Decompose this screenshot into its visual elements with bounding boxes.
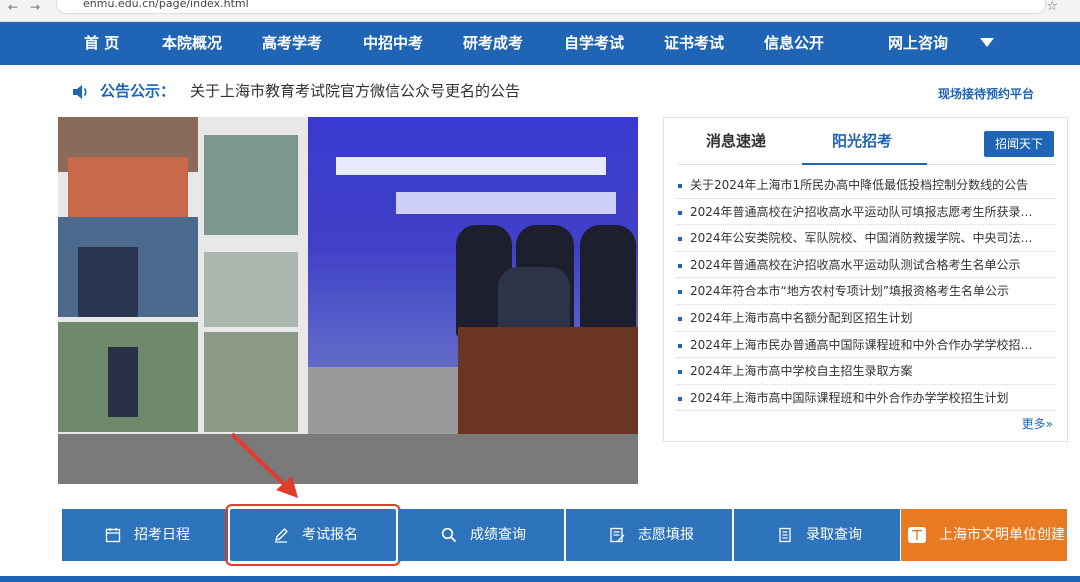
tab-news-flash[interactable]: 消息速递 [706,130,766,151]
service-label: 志愿填报 [638,527,694,543]
nav-home[interactable]: 首 页 [84,22,119,65]
photo-collage[interactable] [58,117,638,484]
service-civilization-button[interactable]: 上海市文明单位创建 [901,509,1067,561]
service-registration-button[interactable]: 考试报名 [225,504,401,566]
news-item[interactable]: 2024年普通高校在沪招收高水平运动队可填报志愿考生所获录… [676,199,1056,226]
nav-gaokao[interactable]: 高考学考 [262,22,322,65]
service-admission-query-button[interactable]: 录取查询 [734,509,900,561]
service-label: 录取查询 [806,527,862,543]
service-label: 上海市文明单位创建 [939,527,1065,543]
book-icon [908,527,926,543]
chevron-down-icon[interactable] [980,38,994,47]
news-item[interactable]: 2024年上海市高中名额分配到区招生计划 [676,305,1056,332]
nav-zixun[interactable]: 网上咨询 [888,22,948,65]
news-item[interactable]: 2024年普通高校在沪招收高水平运动队测试合格考生名单公示 [676,252,1056,279]
service-label: 招考日程 [134,527,190,543]
news-panel: 消息速递 阳光招考 招闻天下 关于2024年上海市1所民办高中降低最低投档控制分… [663,117,1068,442]
announcement-label: 公告公示： [100,82,176,100]
service-label: 考试报名 [302,527,358,543]
announcement-link[interactable]: 关于上海市教育考试院官方微信公众号更名的公告 [190,80,520,102]
news-item[interactable]: 关于2024年上海市1所民办高中降低最低投档控制分数线的公告 [676,172,1056,199]
news-item[interactable]: 2024年上海市高中学校自主招生录取方案 [676,358,1056,385]
pencil-icon [275,528,288,543]
service-label: 成绩查询 [470,527,526,543]
news-item[interactable]: 2024年符合本市“地方农村专项计划”填报资格考生名单公示 [676,278,1056,305]
search-icon [441,527,457,543]
nav-xinxi[interactable]: 信息公开 [764,22,824,65]
reception-booking-link[interactable]: 现场接待预约平台 [938,85,1034,102]
nav-about[interactable]: 本院概况 [162,22,222,65]
main-nav: 首 页 本院概况 高考学考 中招中考 研考成考 自学考试 证书考试 信息公开 网… [0,22,1080,65]
back-icon[interactable]: ← [8,0,18,14]
news-item[interactable]: 2024年上海市高中国际课程班和中外合作办学学校招生计划 [676,385,1056,412]
nav-yankao[interactable]: 研考成考 [463,22,523,65]
news-item[interactable]: 2024年上海市民办普通高中国际课程班和中外合作办学学校招… [676,332,1056,359]
bookmark-star-icon[interactable]: ☆ [1046,0,1058,14]
form-icon [610,527,625,543]
banner-image [308,117,638,484]
speaker-icon [73,85,87,99]
footer-strip [0,576,1080,582]
service-score-query-button[interactable]: 成绩查询 [398,509,564,561]
red-arrow-icon [230,432,298,498]
service-application-button[interactable]: 志愿填报 [566,509,732,561]
active-tab-indicator [802,163,927,165]
news-item[interactable]: 2024年公安类院校、军队院校、中国消防救援学院、中央司法… [676,225,1056,252]
forward-icon[interactable]: → [30,0,40,14]
address-bar[interactable]: enmu.edu.cn/page/index.html [56,0,1046,14]
news-list: 关于2024年上海市1所民办高中降低最低投档控制分数线的公告 2024年普通高校… [676,172,1056,412]
service-schedule-button[interactable]: 招考日程 [62,509,228,561]
nav-zhongkao[interactable]: 中招中考 [363,22,423,65]
nav-zixue[interactable]: 自学考试 [564,22,624,65]
calendar-icon [105,528,121,543]
zhaowen-tianxia-button[interactable]: 招闻天下 [984,131,1054,157]
service-bar: 招考日程 考试报名 成绩查询 志愿填报 录取查询 上海市文明单位创建 [62,504,1067,566]
document-icon [779,527,791,543]
browser-toolbar: ← → enmu.edu.cn/page/index.html ☆ [0,0,1080,22]
tab-sunshine-admission[interactable]: 阳光招考 [832,130,892,151]
nav-zhengshu[interactable]: 证书考试 [664,22,724,65]
more-link[interactable]: 更多» [1022,415,1053,432]
